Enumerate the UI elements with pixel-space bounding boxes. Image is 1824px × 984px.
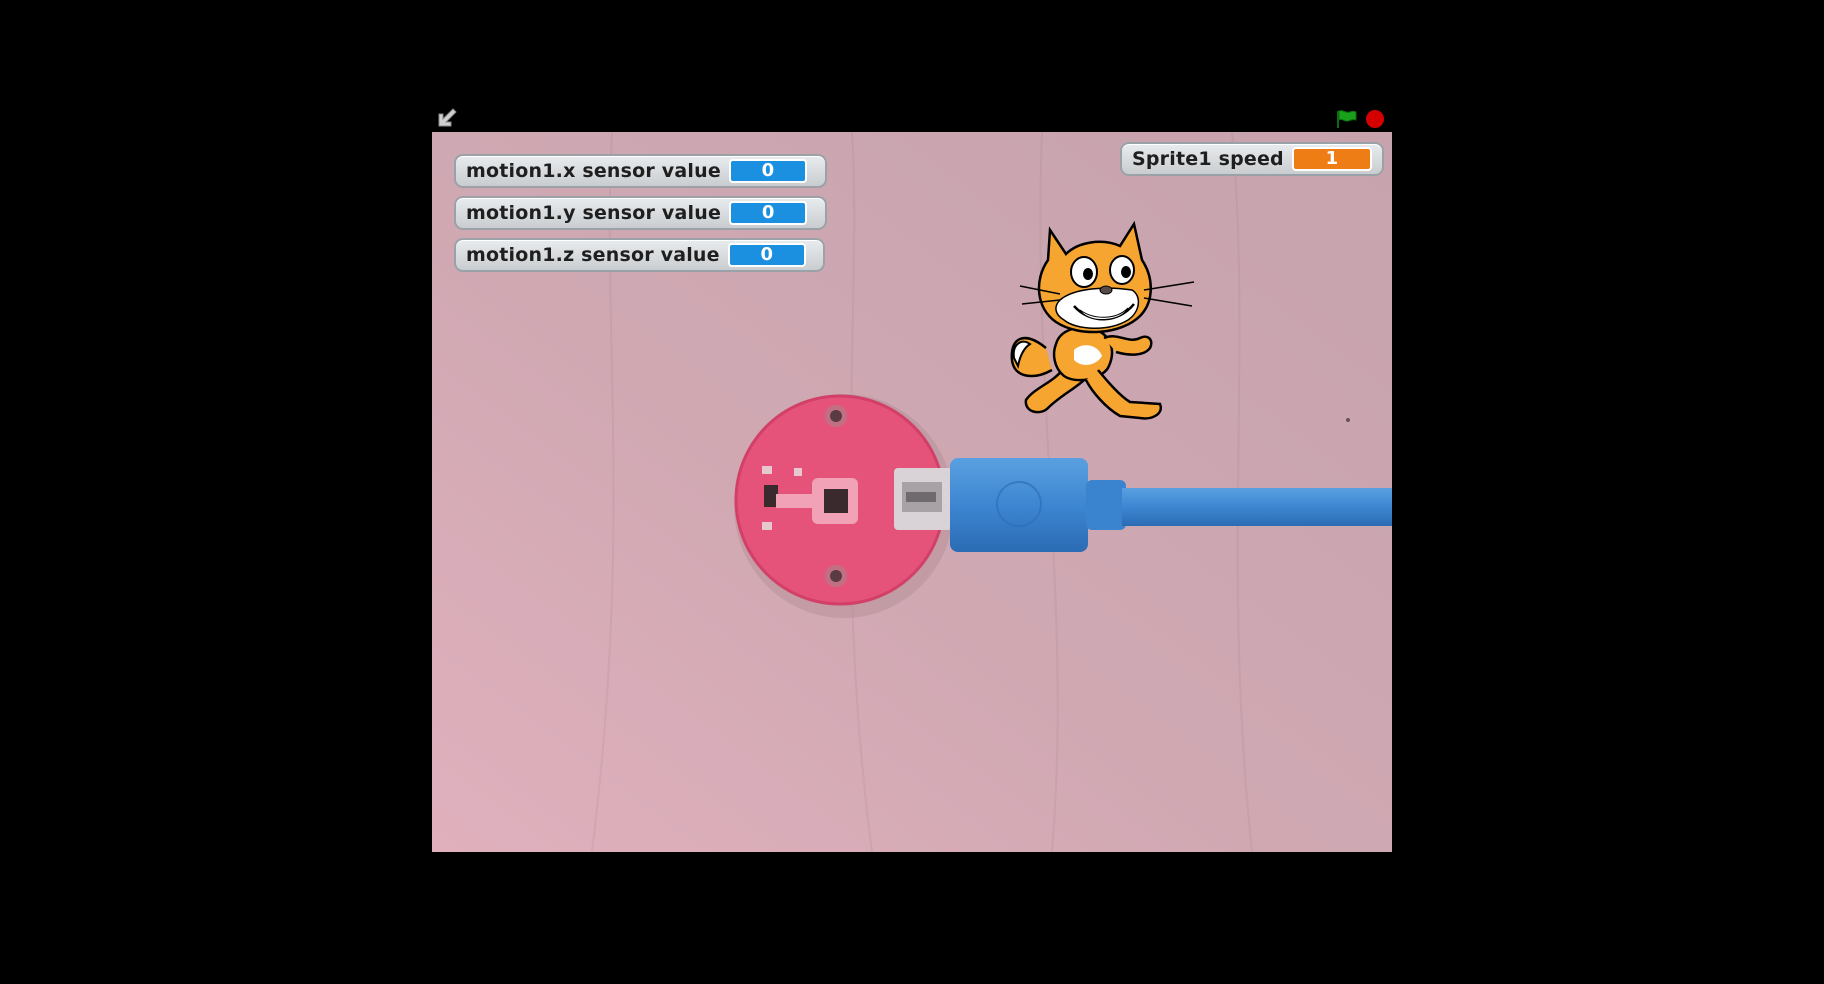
monitor-value: 1	[1291, 147, 1372, 171]
stage[interactable]: motion1.x sensor value 0 motion1.y senso…	[432, 132, 1392, 852]
monitor-value: 0	[727, 243, 806, 267]
monitor-motion1-x[interactable]: motion1.x sensor value 0	[454, 154, 827, 188]
green-flag-button[interactable]	[1335, 108, 1359, 130]
monitor-label: Sprite1 speed	[1132, 148, 1284, 170]
monitor-value: 0	[728, 159, 807, 183]
stop-sign-icon[interactable]	[1366, 110, 1384, 128]
monitor-label: motion1.z sensor value	[466, 244, 720, 266]
fullscreen-player: motion1.x sensor value 0 motion1.y senso…	[0, 0, 1824, 984]
green-flag-icon	[1337, 110, 1357, 128]
monitor-motion1-z[interactable]: motion1.z sensor value 0	[454, 238, 825, 272]
monitor-value: 0	[729, 201, 808, 225]
monitor-label: motion1.y sensor value	[466, 202, 722, 224]
monitor-label: motion1.x sensor value	[466, 160, 721, 182]
scratch-cat-sprite[interactable]	[1004, 220, 1200, 428]
exit-fullscreen-arrow-icon	[438, 108, 457, 127]
monitor-motion1-y[interactable]: motion1.y sensor value 0	[454, 196, 827, 230]
monitor-sprite1-speed[interactable]: Sprite1 speed 1	[1120, 142, 1384, 176]
exit-fullscreen-button[interactable]	[433, 106, 461, 130]
